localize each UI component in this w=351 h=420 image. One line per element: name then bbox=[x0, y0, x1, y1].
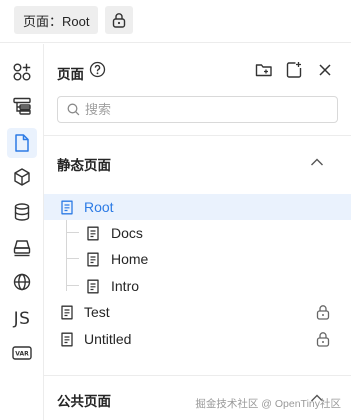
page-item-label: Test bbox=[84, 304, 110, 320]
current-page-label: 页面：Root bbox=[23, 13, 90, 29]
script-button[interactable]: JS bbox=[7, 304, 37, 334]
page-item-label: Intro bbox=[111, 278, 140, 294]
current-page-chip[interactable]: 页面：Root bbox=[14, 6, 99, 34]
add-page-button[interactable] bbox=[285, 61, 303, 79]
page-item-home[interactable]: Home bbox=[44, 246, 351, 272]
page-item-label: Docs bbox=[111, 225, 143, 241]
page-item-label: Untitled bbox=[84, 331, 132, 347]
components-button[interactable] bbox=[7, 57, 37, 87]
page-item-untitled[interactable]: Untitled bbox=[44, 326, 351, 352]
divider bbox=[44, 135, 351, 136]
close-panel-button[interactable] bbox=[316, 61, 334, 79]
blocks-button[interactable] bbox=[7, 162, 37, 192]
bridge-button[interactable] bbox=[7, 233, 37, 263]
page-item-intro[interactable]: Intro bbox=[44, 273, 351, 299]
pages-panel: 页面 静态页面 bbox=[44, 44, 351, 420]
var-icon: VAR bbox=[12, 346, 32, 360]
components-icon bbox=[13, 63, 31, 81]
page-file-icon bbox=[87, 252, 99, 267]
chevron-up-icon[interactable] bbox=[310, 157, 324, 167]
add-page-icon bbox=[286, 62, 302, 78]
page-file-icon bbox=[61, 332, 73, 347]
divider bbox=[44, 375, 351, 376]
outline-button[interactable] bbox=[7, 91, 37, 121]
search-icon bbox=[67, 103, 80, 116]
help-icon[interactable] bbox=[89, 61, 106, 78]
static-pages-title: 静态页面 bbox=[57, 158, 111, 173]
lock-icon[interactable] bbox=[316, 331, 330, 347]
page-icon bbox=[15, 134, 29, 152]
var-label: VAR bbox=[15, 351, 29, 358]
page-file-icon bbox=[61, 305, 73, 320]
search-box bbox=[57, 96, 338, 123]
page-item-label: Home bbox=[111, 251, 149, 267]
page-item-test[interactable]: Test bbox=[44, 299, 351, 325]
pages-button[interactable] bbox=[7, 128, 37, 158]
page-item-label: Root bbox=[84, 199, 114, 215]
bridge-icon bbox=[13, 240, 31, 257]
plugin-sidebar: JS VAR bbox=[0, 44, 44, 420]
lock-icon[interactable] bbox=[316, 304, 330, 320]
js-icon: JS bbox=[13, 309, 31, 329]
cube-icon bbox=[14, 168, 30, 186]
globe-icon bbox=[13, 273, 31, 291]
page-file-icon bbox=[87, 226, 99, 241]
page-item-docs[interactable]: Docs bbox=[44, 220, 351, 246]
database-icon bbox=[14, 203, 30, 221]
data-source-button[interactable] bbox=[7, 197, 37, 227]
search-input[interactable] bbox=[85, 102, 315, 117]
variables-button[interactable]: VAR bbox=[7, 338, 37, 368]
public-pages-title: 公共页面 bbox=[57, 394, 111, 409]
add-folder-icon bbox=[255, 64, 272, 77]
watermark: 掘金技术社区 @ OpenTiny社区 bbox=[195, 398, 341, 410]
page-item-root[interactable]: Root bbox=[44, 194, 351, 220]
page-file-icon bbox=[61, 200, 73, 215]
lock-icon bbox=[112, 13, 126, 28]
outline-icon bbox=[13, 97, 31, 115]
page-lock-button[interactable] bbox=[105, 6, 133, 34]
page-file-icon bbox=[87, 279, 99, 294]
top-bar: 页面：Root bbox=[0, 0, 351, 43]
i18n-button[interactable] bbox=[7, 267, 37, 297]
panel-title: 页面 bbox=[57, 67, 84, 82]
add-folder-button[interactable] bbox=[255, 61, 273, 79]
close-icon bbox=[319, 64, 331, 76]
